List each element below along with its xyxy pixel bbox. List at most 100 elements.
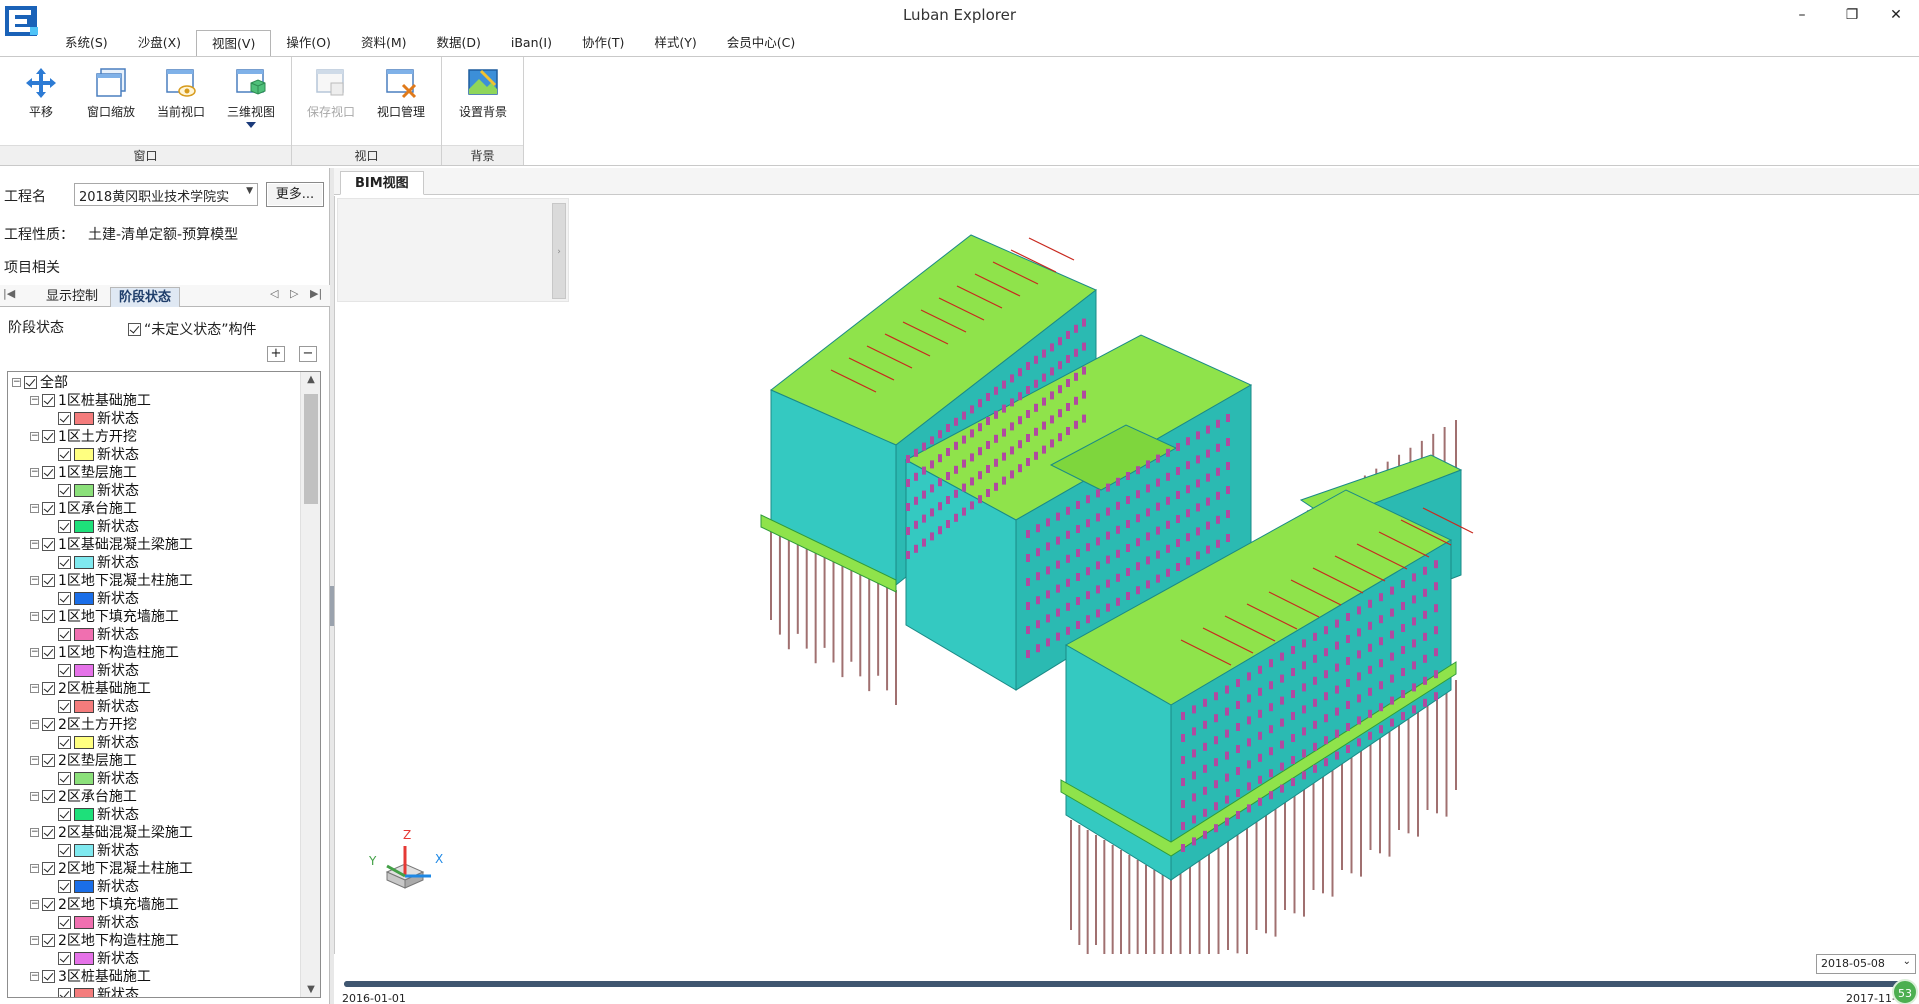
tab-bim-view[interactable]: BIM视图	[340, 171, 424, 195]
menu-item-8[interactable]: 样式(Y)	[639, 30, 711, 56]
checkbox-icon[interactable]	[42, 861, 55, 875]
tree-node-status[interactable]: 新状态	[58, 553, 139, 571]
tree-node-status[interactable]: 新状态	[58, 409, 139, 427]
tree-node-stage[interactable]: − 2区地下填充墙施工	[30, 895, 179, 913]
tree-node-stage[interactable]: − 2区桩基础施工	[30, 679, 151, 697]
collapse-icon[interactable]: −	[30, 971, 39, 981]
collapse-icon[interactable]: −	[30, 719, 39, 729]
tree-node-status[interactable]: 新状态	[58, 769, 139, 787]
undefined-status-checkbox[interactable]: “未定义状态”构件	[128, 319, 257, 339]
current-date-picker[interactable]: 2018-05-08 ⌄	[1816, 954, 1916, 974]
tree-node-status[interactable]: 新状态	[58, 805, 139, 823]
tree-node-stage[interactable]: − 2区地下构造柱施工	[30, 931, 179, 949]
status-color-swatch[interactable]	[74, 987, 94, 997]
collapse-icon[interactable]: −	[30, 827, 39, 837]
tree-node-status[interactable]: 新状态	[58, 625, 139, 643]
checkbox-icon[interactable]	[42, 573, 55, 587]
collapse-icon[interactable]: −	[30, 467, 39, 477]
menu-item-4[interactable]: 资料(M)	[346, 30, 422, 56]
checkbox-icon[interactable]	[42, 609, 55, 623]
tree-node-stage[interactable]: − 2区地下混凝土柱施工	[30, 859, 193, 877]
checkbox-icon[interactable]	[58, 987, 71, 997]
checkbox-icon[interactable]	[42, 897, 55, 911]
checkbox-icon[interactable]	[58, 879, 71, 893]
tree-node-stage[interactable]: − 1区地下混凝土柱施工	[30, 571, 193, 589]
project-related-label[interactable]: 项目相关	[4, 257, 60, 277]
checkbox-icon[interactable]	[58, 447, 71, 461]
checkbox-icon[interactable]	[42, 537, 55, 551]
collapse-icon[interactable]: −	[30, 755, 39, 765]
tree-node-status[interactable]: 新状态	[58, 517, 139, 535]
status-color-swatch[interactable]	[74, 483, 94, 497]
checkbox-icon[interactable]	[58, 807, 71, 821]
tree-scrollbar[interactable]: ▲ ▼	[300, 372, 320, 997]
checkbox-icon[interactable]	[58, 627, 71, 641]
more-button[interactable]: 更多...	[266, 182, 324, 207]
collapse-icon[interactable]: −	[30, 683, 39, 693]
status-color-swatch[interactable]	[74, 519, 94, 533]
collapse-icon[interactable]: −	[30, 575, 39, 585]
current-viewport-button[interactable]: 当前视口	[148, 63, 214, 143]
collapse-all-button[interactable]: −	[299, 346, 317, 362]
tree-node-status[interactable]: 新状态	[58, 445, 139, 463]
menu-item-6[interactable]: iBan(I)	[496, 30, 567, 56]
tree-node-root[interactable]: − 全部	[12, 373, 68, 391]
checkbox-icon[interactable]	[58, 663, 71, 677]
status-color-swatch[interactable]	[74, 807, 94, 821]
status-color-swatch[interactable]	[74, 699, 94, 713]
tree-node-stage[interactable]: − 2区土方开挖	[30, 715, 137, 733]
checkbox-icon[interactable]	[42, 789, 55, 803]
collapse-icon[interactable]: −	[30, 503, 39, 513]
tree-node-stage[interactable]: − 2区承台施工	[30, 787, 137, 805]
tree-node-status[interactable]: 新状态	[58, 877, 139, 895]
checkbox-icon[interactable]	[42, 717, 55, 731]
collapse-icon[interactable]: −	[30, 899, 39, 909]
prev-tab-icon[interactable]: ◁	[270, 287, 278, 300]
tree-node-status[interactable]: 新状态	[58, 841, 139, 859]
checkbox-icon[interactable]	[58, 915, 71, 929]
collapse-icon[interactable]: −	[30, 935, 39, 945]
last-tab-icon[interactable]: ▶|	[310, 287, 322, 300]
status-color-swatch[interactable]	[74, 915, 94, 929]
status-color-swatch[interactable]	[74, 843, 94, 857]
tab-stage-status[interactable]: 阶段状态	[110, 287, 181, 307]
menu-item-5[interactable]: 数据(D)	[421, 30, 495, 56]
menu-item-0[interactable]: 系统(S)	[50, 30, 123, 56]
bim-viewport[interactable]: › Z X Y	[334, 196, 1919, 954]
checkbox-icon[interactable]	[42, 825, 55, 839]
status-color-swatch[interactable]	[74, 735, 94, 749]
3d-view-button[interactable]: 三维视图	[218, 63, 284, 143]
checkbox-icon[interactable]	[58, 843, 71, 857]
status-color-swatch[interactable]	[74, 555, 94, 569]
tree-node-stage[interactable]: − 1区地下填充墙施工	[30, 607, 179, 625]
collapse-icon[interactable]: −	[30, 863, 39, 873]
checkbox-icon[interactable]	[42, 645, 55, 659]
checkbox-icon[interactable]	[42, 753, 55, 767]
tree-node-stage[interactable]: − 2区垫层施工	[30, 751, 137, 769]
tree-node-stage[interactable]: − 1区地下构造柱施工	[30, 643, 179, 661]
tree-node-stage[interactable]: − 1区桩基础施工	[30, 391, 151, 409]
tree-node-status[interactable]: 新状态	[58, 589, 139, 607]
checkbox-icon[interactable]	[58, 411, 71, 425]
checkbox-icon[interactable]	[42, 465, 55, 479]
checkbox-icon[interactable]	[58, 699, 71, 713]
checkbox-icon[interactable]	[42, 393, 55, 407]
scroll-thumb[interactable]	[304, 394, 318, 504]
status-color-swatch[interactable]	[74, 591, 94, 605]
status-color-swatch[interactable]	[74, 447, 94, 461]
first-tab-icon[interactable]: |◀	[3, 287, 15, 300]
pan-button[interactable]: 平移	[8, 63, 74, 143]
tree-node-stage[interactable]: − 1区基础混凝土梁施工	[30, 535, 193, 553]
checkbox-icon[interactable]	[58, 555, 71, 569]
status-color-swatch[interactable]	[74, 879, 94, 893]
set-background-button[interactable]: 设置背景	[450, 63, 516, 143]
bim-model[interactable]	[335, 196, 1919, 954]
timeline-track[interactable]	[344, 981, 1904, 987]
tree-node-status[interactable]: 新状态	[58, 481, 139, 499]
status-color-swatch[interactable]	[74, 627, 94, 641]
save-viewport-button[interactable]: 保存视口	[298, 63, 364, 143]
tree-node-status[interactable]: 新状态	[58, 661, 139, 679]
checkbox-icon[interactable]	[58, 951, 71, 965]
tree-node-stage[interactable]: − 1区承台施工	[30, 499, 137, 517]
status-color-swatch[interactable]	[74, 411, 94, 425]
